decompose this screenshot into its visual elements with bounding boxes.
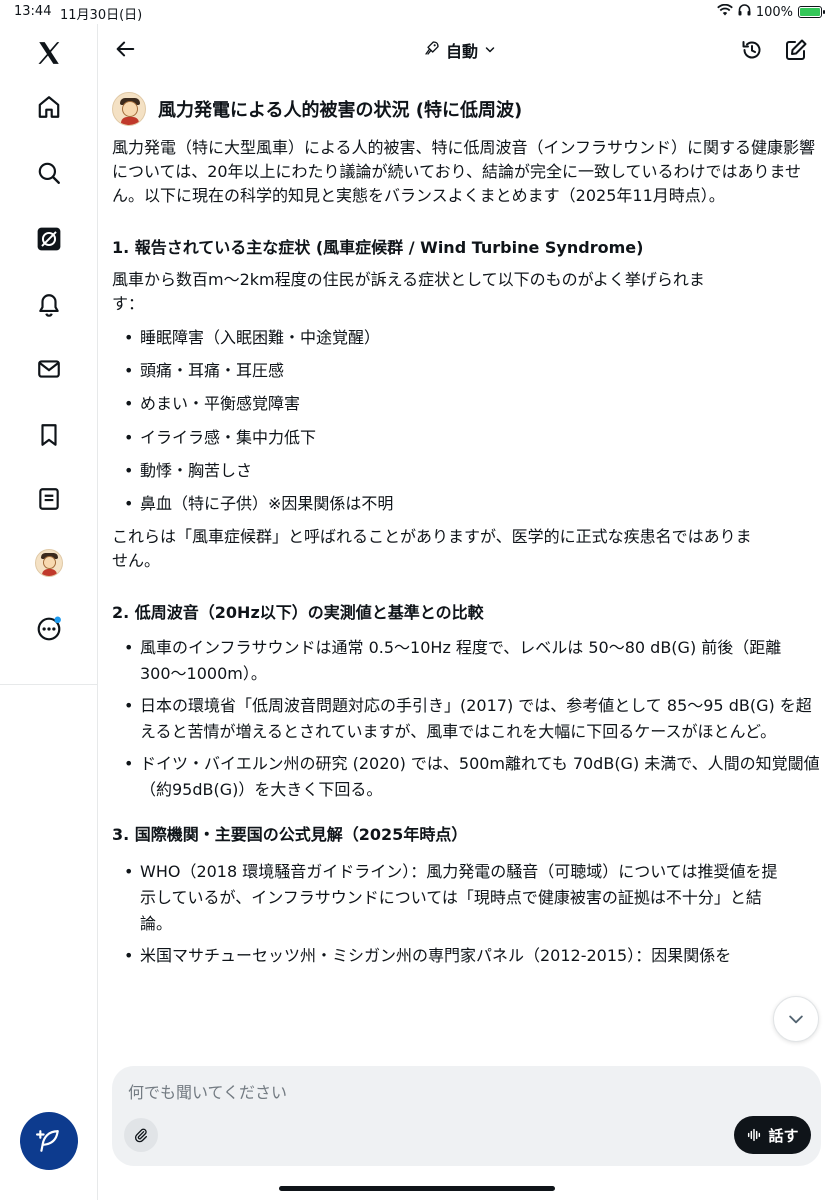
- wifi-icon: [716, 3, 733, 20]
- search-icon[interactable]: [32, 156, 66, 190]
- symptom-list: 睡眠障害（入眠困難・中途覚醒） 頭痛・耳痛・耳圧感 めまい・平衡感覚障害 イライ…: [112, 326, 822, 516]
- speak-label: 話す: [768, 1126, 799, 1145]
- nav-rail: [0, 24, 98, 1200]
- list-item: 日本の環境省「低周波音問題対応の手引き」(2017) では、参考値として 85〜…: [112, 693, 822, 745]
- paperclip-icon: [134, 1128, 147, 1143]
- mode-label: 自動: [446, 42, 479, 61]
- compose-button[interactable]: [20, 1112, 78, 1170]
- composer: 話す: [112, 1066, 821, 1166]
- list-item: 頭痛・耳痛・耳圧感: [112, 359, 822, 383]
- home-icon[interactable]: [32, 90, 66, 124]
- list-item: 睡眠障害（入眠困難・中途覚醒）: [112, 326, 822, 350]
- messages-icon[interactable]: [32, 352, 66, 386]
- headphones-icon: [738, 4, 751, 20]
- lists-icon[interactable]: [32, 482, 66, 516]
- assistant-avatar: [112, 92, 146, 126]
- rail-divider: [0, 684, 97, 685]
- x-logo-icon[interactable]: [32, 36, 66, 70]
- chevron-down-icon: [484, 41, 496, 60]
- response-header: 風力発電による人的被害の状況 (特に低周波): [112, 92, 822, 126]
- rocket-icon: [424, 40, 440, 60]
- response-content: 風力発電による人的被害の状況 (特に低周波) 風力発電（特に大型風車）による人的…: [112, 92, 822, 1058]
- back-arrow-icon[interactable]: [110, 34, 140, 64]
- section-2-heading: 2. 低周波音（20Hz以下）の実測値と基準との比較: [112, 603, 484, 623]
- status-date: 11月30日(日): [60, 8, 143, 23]
- scroll-down-button[interactable]: [773, 996, 819, 1042]
- bookmarks-icon[interactable]: [32, 418, 66, 452]
- profile-avatar[interactable]: [32, 546, 66, 580]
- chevron-down-icon: [789, 1015, 803, 1024]
- history-icon[interactable]: [738, 36, 766, 64]
- list-item: めまい・平衡感覚障害: [112, 392, 822, 416]
- speak-button[interactable]: 話す: [734, 1116, 811, 1154]
- notifications-icon[interactable]: [32, 288, 66, 322]
- section-1-paragraph: 風車から数百m〜2km程度の住民が訴える症状として以下のものがよく挙げられます：: [112, 270, 705, 313]
- measurement-list: 風車のインフラサウンドは通常 0.5〜10Hz 程度で、レベルは 50〜80 d…: [112, 635, 822, 803]
- list-item: WHO（2018 環境騒音ガイドライン）：風力発電の騒音（可聴域）については推奨…: [112, 859, 784, 937]
- grok-icon[interactable]: [32, 222, 66, 256]
- voice-wave-icon: [748, 1128, 761, 1142]
- more-options-icon[interactable]: [32, 612, 66, 646]
- section-3-heading: 3. 国際機関・主要国の公式見解（2025年時点）: [112, 825, 468, 845]
- list-item: 動悸・胸苦しさ: [112, 459, 822, 483]
- chat-input[interactable]: [128, 1080, 788, 1104]
- new-chat-icon[interactable]: [782, 36, 810, 64]
- response-title: 風力発電による人的被害の状況 (特に低周波): [158, 100, 523, 121]
- feather-plus-icon: [36, 1130, 59, 1152]
- list-item: ドイツ・バイエルン州の研究 (2020) では、500m離れても 70dB(G)…: [112, 751, 822, 803]
- section-1-closing: これらは「風車症候群」と呼ばれることがありますが、医学的に正式な疾患名ではありま…: [112, 527, 752, 571]
- battery-percent: 100%: [755, 4, 793, 20]
- intro-paragraph: 風力発電（特に大型風車）による人的被害、特に低周波音（インフラサウンド）に関する…: [112, 138, 816, 205]
- top-bar: 自動: [98, 24, 834, 76]
- status-time: 13:44: [14, 4, 52, 19]
- official-views-list: WHO（2018 環境騒音ガイドライン）：風力発電の騒音（可聴域）については推奨…: [112, 859, 822, 969]
- mode-selector[interactable]: 自動: [424, 36, 496, 64]
- list-item: 風車のインフラサウンドは通常 0.5〜10Hz 程度で、レベルは 50〜80 d…: [112, 635, 822, 687]
- status-bar: 13:44 11月30日(日) 100%: [0, 0, 834, 24]
- battery-icon: [798, 6, 825, 18]
- home-indicator[interactable]: [279, 1186, 555, 1191]
- section-1-heading: 1. 報告されている主な症状 (風車症候群 / Wind Turbine Syn…: [112, 238, 644, 257]
- list-item: 鼻血（特に子供）※因果関係は不明: [112, 492, 822, 516]
- list-item: イライラ感・集中力低下: [112, 426, 822, 450]
- list-item: 米国マサチューセッツ州・ミシガン州の専門家パネル（2012-2015）：因果関係…: [112, 943, 822, 969]
- status-indicators: 100%: [716, 3, 825, 20]
- attach-button[interactable]: [124, 1118, 158, 1152]
